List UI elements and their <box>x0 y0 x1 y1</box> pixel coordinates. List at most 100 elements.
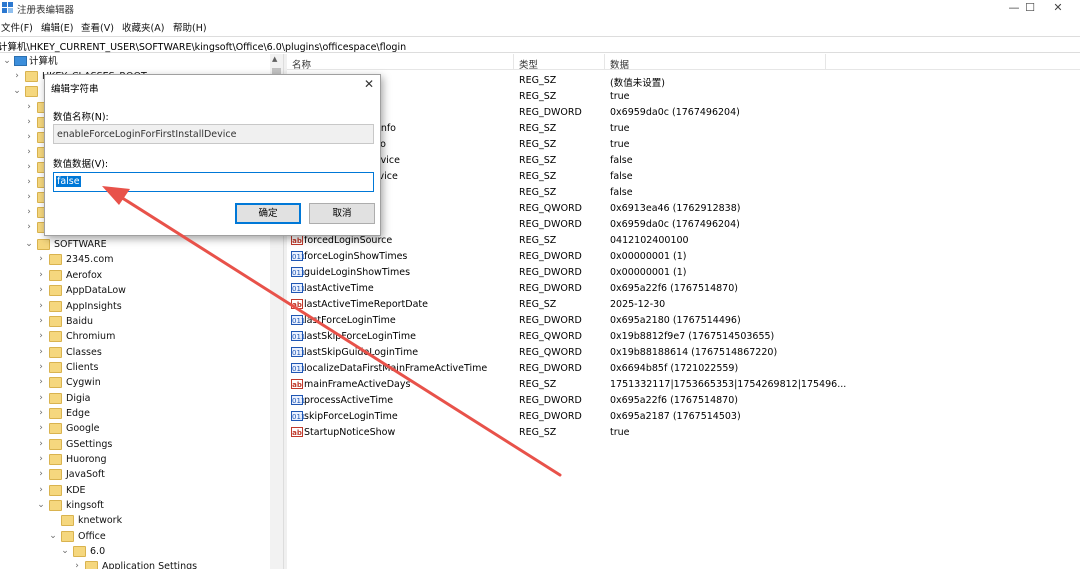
table-row[interactable]: abREG_SZ(数值未设置) <box>287 72 1080 89</box>
address-bar[interactable]: 计算机\HKEY_CURRENT_USER\SOFTWARE\kingsoft\… <box>0 36 1080 53</box>
table-row[interactable]: 011 lastSkipGuideLoginTime REG_QWORD 0x19b8… <box>287 344 1080 360</box>
chevron-right-icon[interactable]: › <box>24 145 34 160</box>
chevron-right-icon[interactable]: › <box>36 268 46 283</box>
chevron-right-icon[interactable]: › <box>24 130 34 145</box>
folder-icon <box>49 485 62 496</box>
chevron-right-icon[interactable]: › <box>24 100 34 115</box>
scroll-up-icon[interactable]: ▲ <box>272 55 277 63</box>
chevron-down-icon[interactable]: ⌄ <box>24 237 34 252</box>
chevron-right-icon[interactable]: › <box>24 190 34 205</box>
folder-icon <box>49 423 62 434</box>
column-name[interactable]: 名称 <box>292 57 311 71</box>
table-row[interactable]: 011 lastActiveTime REG_DWORD 0x695a22f6 (17… <box>287 280 1080 296</box>
menu-help[interactable]: 帮助(H) <box>173 20 207 34</box>
value-data: false <box>610 171 633 182</box>
folder-icon <box>25 86 38 97</box>
table-row[interactable]: 011 guideLoginShowTimes REG_DWORD 0x0000000… <box>287 264 1080 280</box>
table-row[interactable]: 011 processActiveTime REG_DWORD 0x695a22f6 … <box>287 392 1080 408</box>
chevron-down-icon[interactable]: ⌄ <box>12 84 22 99</box>
chevron-right-icon[interactable]: › <box>72 559 82 569</box>
chevron-right-icon[interactable]: › <box>36 329 46 344</box>
table-row[interactable]: abREG_SZfalse <box>287 184 1080 200</box>
folder-icon <box>49 285 62 296</box>
value-name: mainFrameActiveDays <box>304 379 411 390</box>
table-row[interactable]: 011rtTimeREG_DWORD0x6959da0c (1767496204… <box>287 216 1080 232</box>
chevron-down-icon[interactable]: ⌄ <box>36 498 46 513</box>
values-list[interactable]: 名称 类型 数据 abREG_SZ(数值未设置)abREG_SZtrue011T… <box>287 54 1080 569</box>
binary-value-icon: 011 <box>291 411 306 421</box>
chevron-right-icon[interactable]: › <box>36 467 46 482</box>
table-row[interactable]: 011 skipForceLoginTime REG_DWORD 0x695a2187… <box>287 408 1080 424</box>
chevron-right-icon[interactable]: › <box>36 421 46 436</box>
chevron-right-icon[interactable]: › <box>36 391 46 406</box>
table-row[interactable]: 011 localizeDataFirstMainFrameActiveTime R… <box>287 360 1080 376</box>
menu-view[interactable]: 查看(V) <box>81 20 114 34</box>
value-data: 0x19b8812f9e7 (1767514503655) <box>610 331 775 342</box>
menu-edit[interactable]: 编辑(E) <box>41 20 73 34</box>
menu-file[interactable]: 文件(F) <box>1 20 33 34</box>
chevron-right-icon[interactable]: › <box>36 299 46 314</box>
list-header: 名称 类型 数据 <box>287 54 1080 71</box>
cancel-button[interactable]: 取消 <box>309 203 375 224</box>
table-row[interactable]: 011 lastSkipForceLoginTime REG_QWORD 0x19b8… <box>287 328 1080 344</box>
value-name: lastActiveTime <box>304 283 374 294</box>
dialog-close-icon[interactable]: ✕ <box>364 77 374 91</box>
chevron-down-icon[interactable]: ⌄ <box>60 544 70 559</box>
table-row[interactable]: ab forcedLoginSource REG_SZ 0412102400100 <box>287 232 1080 248</box>
table-row[interactable]: abForHasInstallDeviceREG_SZfalse <box>287 168 1080 184</box>
chevron-right-icon[interactable]: › <box>24 205 34 220</box>
chevron-right-icon[interactable]: › <box>24 220 34 235</box>
table-row[interactable]: 011 lastForceLoginTime REG_DWORD 0x695a2180… <box>287 312 1080 328</box>
chevron-right-icon[interactable]: › <box>36 345 46 360</box>
chevron-right-icon[interactable]: › <box>36 452 46 467</box>
value-data-selected-text[interactable]: false <box>56 176 81 187</box>
table-row[interactable]: ab lastActiveTimeReportDate REG_SZ 2025-12-… <box>287 296 1080 312</box>
chevron-down-icon[interactable]: ⌄ <box>48 529 58 544</box>
column-type[interactable]: 类型 <box>519 57 538 71</box>
folder-icon <box>49 254 62 265</box>
table-row[interactable]: 011viceTimeREG_QWORD0x6913ea46 (17629128… <box>287 200 1080 216</box>
string-value-icon: ab <box>291 299 303 309</box>
column-divider[interactable] <box>825 54 826 70</box>
chevron-down-icon[interactable]: ⌄ <box>2 54 12 69</box>
value-type: REG_DWORD <box>519 219 582 230</box>
chevron-right-icon[interactable]: › <box>36 252 46 267</box>
chevron-right-icon[interactable]: › <box>24 175 34 190</box>
table-row[interactable]: 011TimeREG_DWORD0x6959da0c (1767496204) <box>287 104 1080 120</box>
table-row[interactable]: abcordNewDeviceInfoREG_SZtrue <box>287 120 1080 136</box>
value-data: false <box>610 155 633 166</box>
value-type: REG_SZ <box>519 187 557 198</box>
chevron-right-icon[interactable]: › <box>24 160 34 175</box>
column-divider[interactable] <box>604 54 605 70</box>
table-row[interactable]: ab StartupNoticeShow REG_SZ true <box>287 424 1080 440</box>
binary-value-icon: 011 <box>291 267 306 277</box>
table-row[interactable]: abckNewDeviceInfoREG_SZtrue <box>287 136 1080 152</box>
column-divider[interactable] <box>513 54 514 70</box>
chevron-right-icon[interactable]: › <box>12 69 22 84</box>
chevron-right-icon[interactable]: › <box>36 360 46 375</box>
chevron-right-icon[interactable]: › <box>24 115 34 130</box>
value-data-input[interactable]: false <box>53 172 374 192</box>
address-path[interactable]: 计算机\HKEY_CURRENT_USER\SOFTWARE\kingsoft\… <box>0 39 406 53</box>
value-name: guideLoginShowTimes <box>304 267 411 278</box>
close-button[interactable]: ✕ <box>1036 0 1080 17</box>
value-name: skipForceLoginTime <box>304 411 398 422</box>
column-data[interactable]: 数据 <box>610 57 629 71</box>
value-type: REG_SZ <box>519 155 557 166</box>
table-row[interactable]: abREG_SZtrue <box>287 88 1080 104</box>
chevron-right-icon[interactable]: › <box>36 406 46 421</box>
chevron-right-icon[interactable]: › <box>36 483 46 498</box>
binary-value-icon: 011 <box>291 283 306 293</box>
ok-button[interactable]: 确定 <box>235 203 301 224</box>
table-row[interactable]: 011 forceLoginShowTimes REG_DWORD 0x0000000… <box>287 248 1080 264</box>
chevron-right-icon[interactable]: › <box>36 283 46 298</box>
table-row[interactable]: abForFirstInstallDeviceREG_SZfalse <box>287 152 1080 168</box>
value-type: REG_DWORD <box>519 411 582 422</box>
chevron-right-icon[interactable]: › <box>36 375 46 390</box>
menu-bar: 文件(F) 编辑(E) 查看(V) 收藏夹(A) 帮助(H) <box>0 18 1080 34</box>
table-row[interactable]: ab mainFrameActiveDays REG_SZ 1751332117|17… <box>287 376 1080 392</box>
title-bar: 注册表编辑器 — ☐ ✕ <box>0 0 1080 17</box>
chevron-right-icon[interactable]: › <box>36 314 46 329</box>
menu-favorites[interactable]: 收藏夹(A) <box>122 20 164 34</box>
chevron-right-icon[interactable]: › <box>36 437 46 452</box>
